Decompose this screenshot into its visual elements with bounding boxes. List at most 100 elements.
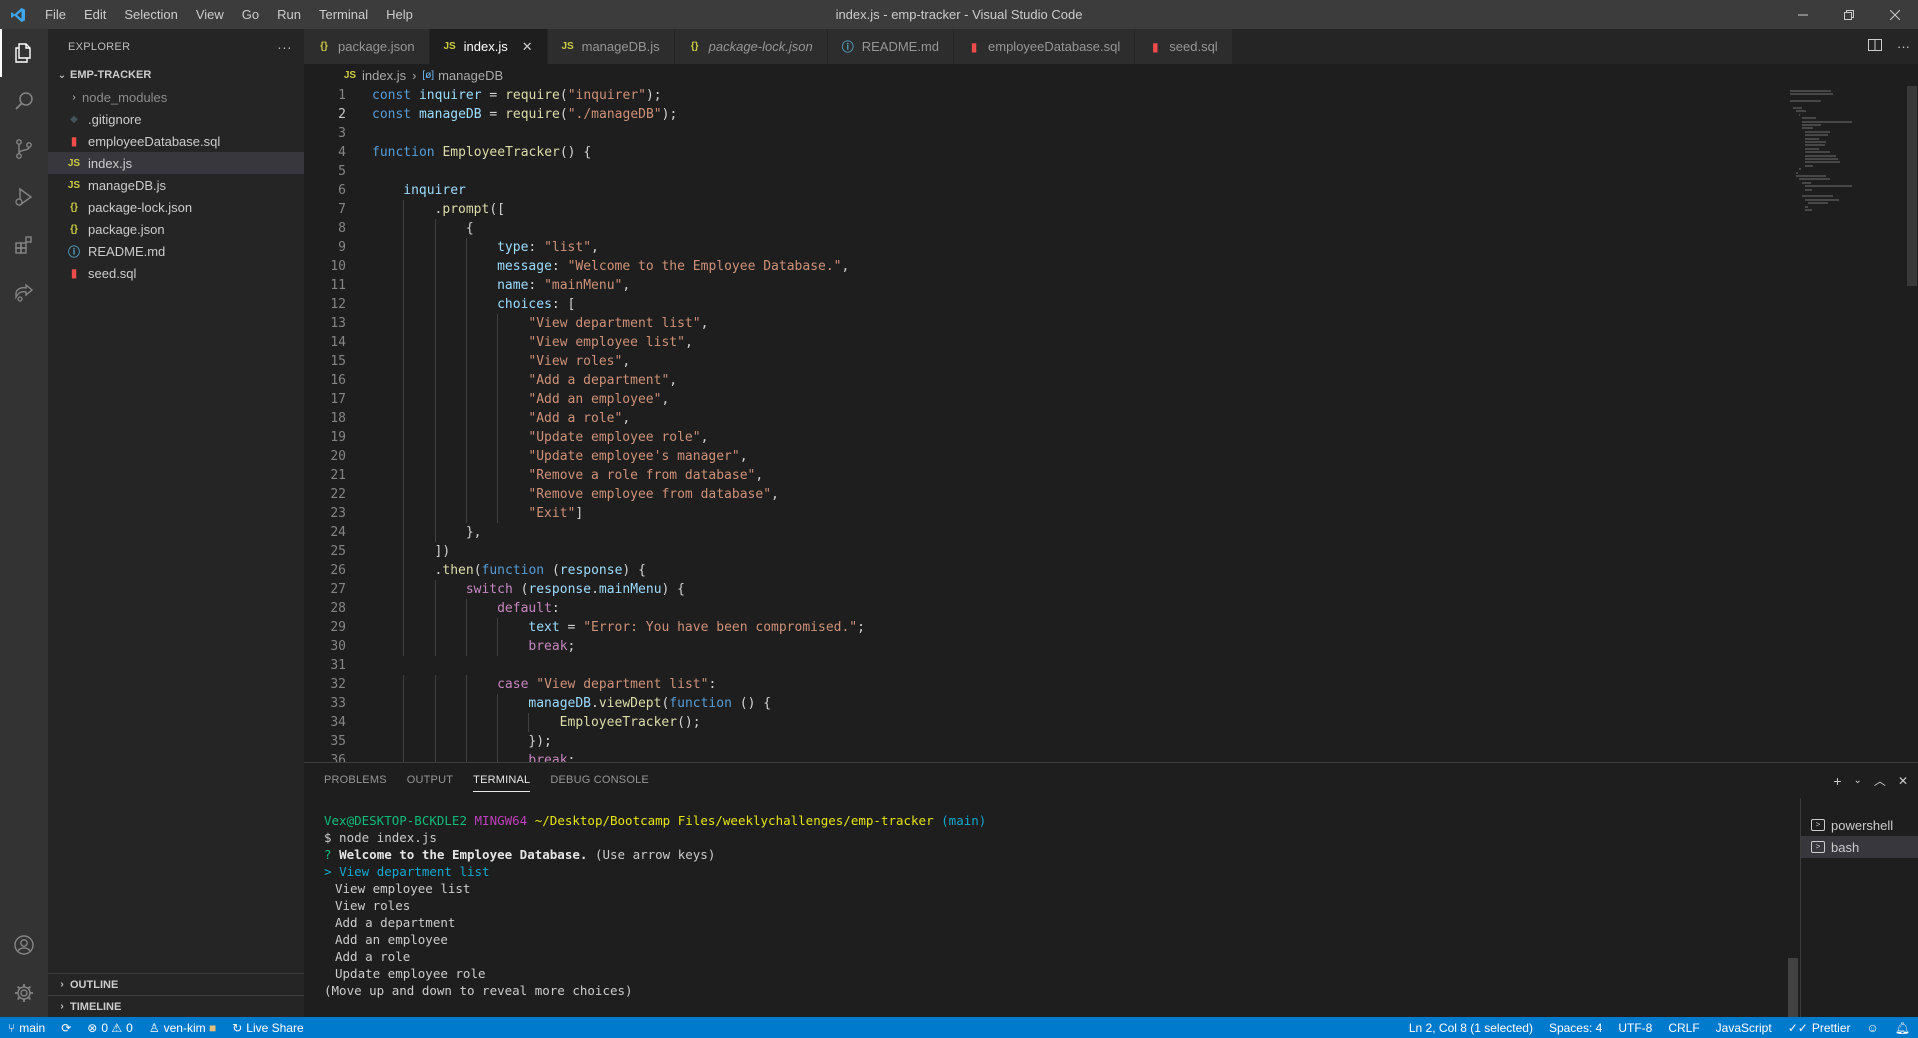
minimap[interactable] xyxy=(1784,86,1904,762)
encoding[interactable]: UTF-8 xyxy=(1610,1017,1660,1038)
tree-item-index-js[interactable]: JS index.js xyxy=(48,152,304,174)
menu-selection[interactable]: Selection xyxy=(115,0,186,29)
chevron-down-icon[interactable]: ⌄ xyxy=(1854,775,1862,786)
code-line[interactable]: 10 message: "Welcome to the Employee Data… xyxy=(304,257,1784,276)
terminal-item-powershell[interactable]: > powershell xyxy=(1801,814,1918,836)
tree-item-employee-database-sql[interactable]: ▮ employeeDatabase.sql xyxy=(48,130,304,152)
code-line[interactable]: 2 const manageDB = require("./manageDB"); xyxy=(304,105,1784,124)
code-line[interactable]: 22 "Remove employee from database", xyxy=(304,485,1784,504)
code-line[interactable]: 17 "Add an employee", xyxy=(304,390,1784,409)
code-line[interactable]: 7 .prompt([ xyxy=(304,200,1784,219)
tree-item-node-modules[interactable]: › node_modules xyxy=(48,86,304,108)
account-status[interactable]: ♙ ven-kim ■ xyxy=(141,1017,224,1038)
menu-edit[interactable]: Edit xyxy=(75,0,115,29)
terminal-item-bash[interactable]: > bash xyxy=(1801,836,1918,858)
tab-terminal[interactable]: TERMINAL xyxy=(463,763,540,798)
menu-help[interactable]: Help xyxy=(377,0,422,29)
live-share-icon[interactable] xyxy=(0,269,48,317)
restore-button[interactable] xyxy=(1826,0,1872,29)
split-editor-icon[interactable] xyxy=(1867,37,1883,56)
end-of-line[interactable]: CRLF xyxy=(1660,1017,1707,1038)
minimize-button[interactable] xyxy=(1780,0,1826,29)
cursor-position[interactable]: Ln 2, Col 8 (1 selected) xyxy=(1401,1017,1541,1038)
code-line[interactable]: 34 EmployeeTracker(); xyxy=(304,713,1784,732)
close-icon[interactable]: ✕ xyxy=(522,39,533,55)
tab-package-json[interactable]: {} package.json xyxy=(304,29,430,64)
language-mode[interactable]: JavaScript xyxy=(1708,1017,1780,1038)
tab-seed-sql[interactable]: ▮ seed.sql xyxy=(1135,29,1233,64)
tree-item-readme-md[interactable]: ⓘ README.md xyxy=(48,240,304,262)
code-line[interactable]: 27 switch (response.mainMenu) { xyxy=(304,580,1784,599)
extensions-icon[interactable] xyxy=(0,221,48,269)
scrollbar-thumb[interactable] xyxy=(1907,86,1917,286)
search-icon[interactable] xyxy=(0,77,48,125)
code-line[interactable]: 1 const inquirer = require("inquirer"); xyxy=(304,86,1784,105)
timeline-section-header[interactable]: › TIMELINE xyxy=(48,995,304,1017)
problems-indicator[interactable]: ⊗ 0 ⚠ 0 xyxy=(79,1017,141,1038)
indentation[interactable]: Spaces: 4 xyxy=(1541,1017,1610,1038)
code-editor[interactable]: 1 const inquirer = require("inquirer"); 2 c… xyxy=(304,86,1784,762)
maximize-panel-icon[interactable]: ︿ xyxy=(1874,772,1886,789)
code-line[interactable]: 23 "Exit"] xyxy=(304,504,1784,523)
tree-item-manage-db-js[interactable]: JS manageDB.js xyxy=(48,174,304,196)
code-line[interactable]: 19 "Update employee role", xyxy=(304,428,1784,447)
tree-item-package-lock-json[interactable]: {} package-lock.json xyxy=(48,196,304,218)
account-icon[interactable] xyxy=(0,921,48,969)
code-line[interactable]: 28 default: xyxy=(304,599,1784,618)
new-terminal-icon[interactable]: + xyxy=(1833,773,1841,789)
code-line[interactable]: 33 manageDB.viewDept(function () { xyxy=(304,694,1784,713)
prettier-status[interactable]: ✓✓ Prettier xyxy=(1780,1017,1859,1038)
code-line[interactable]: 8{ xyxy=(304,219,1784,238)
live-share-button[interactable]: ↻ Live Share xyxy=(224,1017,311,1038)
tab-readme-md[interactable]: ⓘ README.md xyxy=(827,29,955,64)
code-line[interactable]: 26 .then(function (response) { xyxy=(304,561,1784,580)
tab-problems[interactable]: PROBLEMS xyxy=(314,763,397,798)
breadcrumb-file[interactable]: index.js xyxy=(362,68,406,83)
menu-run[interactable]: Run xyxy=(268,0,310,29)
code-line[interactable]: 30 break; xyxy=(304,637,1784,656)
code-line[interactable]: 11 name: "mainMenu", xyxy=(304,276,1784,295)
editor-scrollbar[interactable] xyxy=(1904,86,1918,762)
tree-item-seed-sql[interactable]: ▮ seed.sql xyxy=(48,262,304,284)
tab-employee-database-sql[interactable]: ▮ employeeDatabase.sql xyxy=(954,29,1136,64)
code-line[interactable]: 25]) xyxy=(304,542,1784,561)
breadcrumb-symbol[interactable]: manageDB xyxy=(438,68,503,83)
tree-item-package-json[interactable]: {} package.json xyxy=(48,218,304,240)
code-line[interactable]: 35}); xyxy=(304,732,1784,751)
tab-package-lock-json[interactable]: {} package-lock.json xyxy=(674,29,828,64)
more-actions-icon[interactable]: ··· xyxy=(277,39,292,55)
branch-indicator[interactable]: ⑂ main xyxy=(0,1017,53,1038)
code-line[interactable]: 6 inquirer xyxy=(304,181,1784,200)
code-line[interactable]: 36 break; xyxy=(304,751,1784,762)
project-folder-header[interactable]: ⌄ EMP-TRACKER xyxy=(48,64,304,86)
explorer-icon[interactable] xyxy=(0,29,48,77)
code-line[interactable]: 3 xyxy=(304,124,1784,143)
notifications-button[interactable]: 🔔︎ xyxy=(1887,1017,1918,1038)
menu-go[interactable]: Go xyxy=(233,0,268,29)
code-line[interactable]: 15 "View roles", xyxy=(304,352,1784,371)
code-line[interactable]: 4 function EmployeeTracker() { xyxy=(304,143,1784,162)
code-line[interactable]: 29 text = "Error: You have been compromis… xyxy=(304,618,1784,637)
tab-debug-console[interactable]: DEBUG CONSOLE xyxy=(540,763,659,798)
code-line[interactable]: 16 "Add a department", xyxy=(304,371,1784,390)
more-actions-icon[interactable]: ··· xyxy=(1897,39,1910,54)
code-line[interactable]: 32 case "View department list": xyxy=(304,675,1784,694)
code-line[interactable]: 5 xyxy=(304,162,1784,181)
menu-terminal[interactable]: Terminal xyxy=(310,0,377,29)
tab-manage-db-js[interactable]: JS manageDB.js xyxy=(547,29,675,64)
tab-index-js[interactable]: JS index.js ✕ xyxy=(429,29,548,64)
tab-output[interactable]: OUTPUT xyxy=(397,763,463,798)
code-line[interactable]: 18 "Add a role", xyxy=(304,409,1784,428)
feedback-button[interactable]: ☺ xyxy=(1859,1017,1887,1038)
code-line[interactable]: 14 "View employee list", xyxy=(304,333,1784,352)
code-line[interactable]: 13 "View department list", xyxy=(304,314,1784,333)
source-control-icon[interactable] xyxy=(0,125,48,173)
close-panel-icon[interactable]: ✕ xyxy=(1898,774,1908,788)
tree-item-gitignore[interactable]: ◆ .gitignore xyxy=(48,108,304,130)
code-line[interactable]: 9 type: "list", xyxy=(304,238,1784,257)
code-line[interactable]: 21 "Remove a role from database", xyxy=(304,466,1784,485)
sync-button[interactable]: ⟳ xyxy=(53,1017,79,1038)
outline-section-header[interactable]: › OUTLINE xyxy=(48,973,304,995)
close-window-button[interactable] xyxy=(1872,0,1918,29)
code-line[interactable]: 24}, xyxy=(304,523,1784,542)
